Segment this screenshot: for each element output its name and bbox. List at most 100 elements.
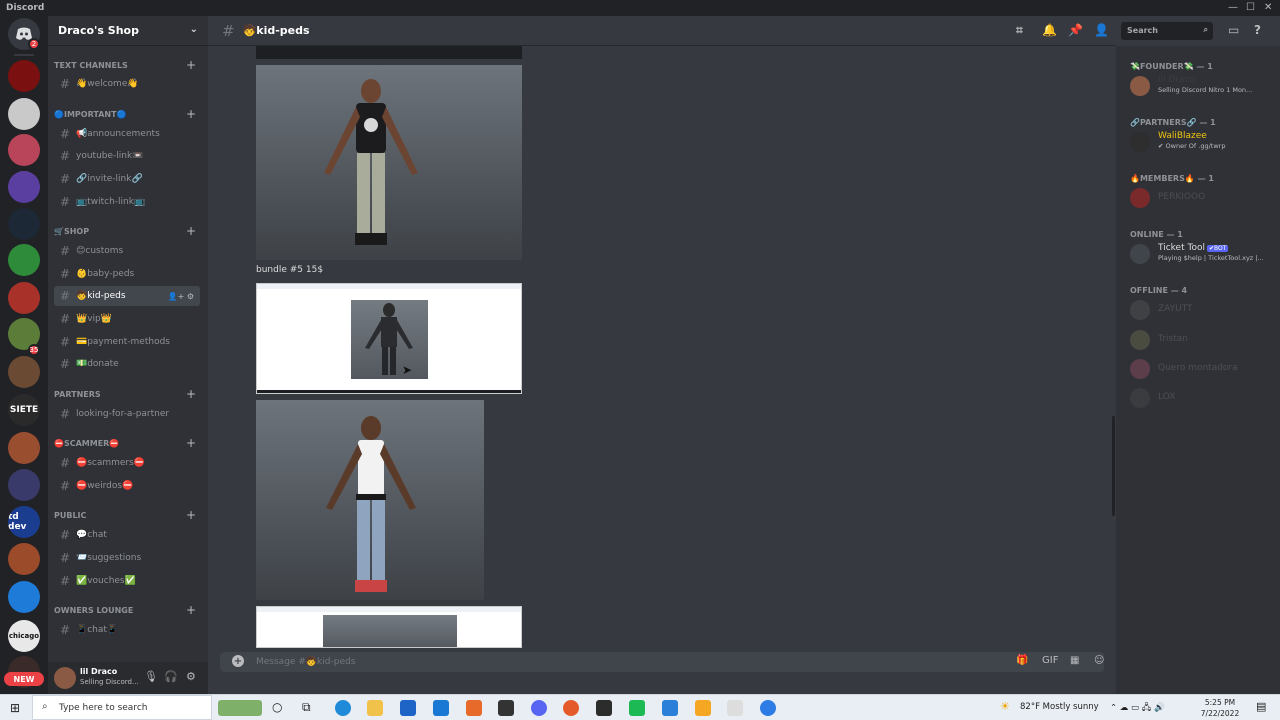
add-channel-icon[interactable]: + bbox=[186, 436, 196, 450]
file-explorer-icon[interactable] bbox=[367, 700, 383, 716]
search-highlight-icon[interactable] bbox=[218, 700, 262, 716]
help-icon[interactable]: ? bbox=[1254, 23, 1261, 37]
app-icon[interactable] bbox=[760, 700, 776, 716]
bell-icon[interactable]: 🔔 bbox=[1042, 23, 1057, 37]
server-icon[interactable] bbox=[8, 543, 40, 575]
add-channel-icon[interactable]: + bbox=[186, 224, 196, 238]
member-item[interactable]: ZAYUTT bbox=[1130, 296, 1276, 324]
threads-icon[interactable]: ⌗ bbox=[1016, 23, 1023, 38]
channel-donate[interactable]: # 💵donate bbox=[54, 354, 200, 374]
member-item[interactable]: Quero montadora bbox=[1130, 355, 1276, 383]
member-list-icon[interactable]: 👤 bbox=[1094, 23, 1109, 37]
avatar[interactable] bbox=[54, 667, 76, 689]
channel-twitch-link[interactable]: # 📺twitch-link📺 bbox=[54, 192, 200, 212]
add-attachment-icon[interactable]: + bbox=[232, 655, 244, 667]
minimize-button[interactable]: — bbox=[1228, 2, 1238, 13]
server-header[interactable]: Draco's Shop ⌄ bbox=[48, 16, 208, 46]
gear-icon[interactable]: ⚙ bbox=[186, 670, 196, 683]
app-icon[interactable] bbox=[629, 700, 645, 716]
server-icon[interactable] bbox=[8, 208, 40, 240]
app-icon[interactable] bbox=[695, 700, 711, 716]
mail-icon[interactable] bbox=[433, 700, 449, 716]
server-icon[interactable] bbox=[8, 60, 40, 92]
server-icon[interactable] bbox=[8, 171, 40, 203]
headphones-icon[interactable]: 🎧 bbox=[164, 670, 178, 683]
member-item[interactable]: PERKIOOO bbox=[1130, 184, 1276, 212]
close-button[interactable]: ✕ bbox=[1264, 2, 1272, 13]
new-badge[interactable]: NEW bbox=[4, 672, 44, 686]
server-icon[interactable] bbox=[8, 282, 40, 314]
discord-taskbar-icon[interactable] bbox=[531, 700, 547, 716]
chat-scrollbar[interactable] bbox=[1112, 416, 1115, 516]
system-tray-icons[interactable]: ⌃ ☁ ▭ 🖧 🔊 bbox=[1110, 702, 1165, 716]
message-input[interactable]: + Message #🧒kid-peds 🎁 GIF ▦ ☺ bbox=[220, 652, 1104, 672]
channel-welcome[interactable]: # 👋welcome👋 bbox=[54, 74, 200, 94]
channel-suggestions[interactable]: # 📨suggestions bbox=[54, 548, 200, 568]
edge-icon[interactable] bbox=[335, 700, 351, 716]
task-view-icon[interactable]: ⧉ bbox=[302, 700, 311, 715]
channel-invite-link[interactable]: # 🔗invite-link🔗 bbox=[54, 169, 200, 189]
server-icon[interactable] bbox=[8, 244, 40, 276]
message-attachment[interactable] bbox=[256, 65, 522, 260]
add-channel-icon[interactable]: + bbox=[186, 387, 196, 401]
add-channel-icon[interactable]: + bbox=[186, 107, 196, 121]
channel-customs[interactable]: # 😊customs bbox=[54, 241, 200, 261]
category-owners-lounge[interactable]: OWNERS LOUNGE + bbox=[54, 603, 200, 617]
app-icon[interactable] bbox=[727, 700, 743, 716]
channel-kid-peds[interactable]: # 🧒kid-peds 👤+ ⚙ bbox=[54, 286, 200, 306]
search-input[interactable]: Search ⌕ bbox=[1121, 22, 1213, 40]
member-item[interactable]: LOX bbox=[1130, 384, 1276, 412]
channel-looking-for-a-partner[interactable]: # looking-for-a-partner bbox=[54, 404, 200, 424]
member-item[interactable]: Tristan bbox=[1130, 326, 1276, 354]
message-attachment[interactable] bbox=[256, 400, 484, 600]
category-public[interactable]: PUBLIC + bbox=[54, 508, 200, 522]
channel-vip[interactable]: # 👑vip👑 bbox=[54, 309, 200, 329]
channel-baby-peds[interactable]: # 👶baby-peds bbox=[54, 264, 200, 284]
app-icon[interactable] bbox=[498, 700, 514, 716]
message-attachment[interactable] bbox=[256, 46, 522, 59]
add-channel-icon[interactable]: + bbox=[186, 508, 196, 522]
server-icon[interactable] bbox=[8, 581, 40, 613]
invite-settings-icons[interactable]: 👤+ ⚙ bbox=[168, 292, 194, 301]
member-item[interactable]: WaliBlazee ✔ Owner Of .gg/twrp bbox=[1130, 128, 1276, 156]
add-channel-icon[interactable]: + bbox=[186, 58, 196, 72]
category-important[interactable]: 🔵IMPORTANT🔵 + bbox=[54, 107, 200, 121]
channel-youtube-link[interactable]: # youtube-link📼 bbox=[54, 146, 200, 166]
category-scammer[interactable]: ⛔SCAMMER⛔ + bbox=[54, 436, 200, 450]
app-icon[interactable] bbox=[466, 700, 482, 716]
server-icon[interactable] bbox=[8, 356, 40, 388]
channel-vouches[interactable]: # ✅vouches✅ bbox=[54, 571, 200, 591]
cortana-icon[interactable]: ○ bbox=[272, 700, 282, 714]
category-partners[interactable]: PARTNERS + bbox=[54, 387, 200, 401]
sticker-icon[interactable]: ▦ bbox=[1070, 655, 1079, 666]
add-channel-icon[interactable]: + bbox=[186, 603, 196, 617]
category-shop[interactable]: 🛒SHOP + bbox=[54, 224, 200, 238]
inbox-icon[interactable]: ▭ bbox=[1228, 23, 1239, 37]
message-attachment[interactable] bbox=[256, 606, 522, 648]
app-icon[interactable] bbox=[596, 700, 612, 716]
clock[interactable]: 5:25 PM 7/22/2022 bbox=[1196, 697, 1244, 719]
gif-icon[interactable]: GIF bbox=[1042, 655, 1058, 666]
notifications-icon[interactable]: ▤ bbox=[1256, 700, 1266, 713]
app-icon[interactable] bbox=[662, 700, 678, 716]
windows-start-icon[interactable]: ⊞ bbox=[10, 701, 20, 715]
category-text-channels[interactable]: TEXT CHANNELS + bbox=[54, 58, 200, 72]
microphone-icon[interactable]: 🎙 bbox=[144, 670, 158, 683]
member-item[interactable]: Ticket Tool ✔BOT Playing $help | TicketTo… bbox=[1130, 240, 1276, 268]
server-icon[interactable] bbox=[8, 469, 40, 501]
channel-scammers[interactable]: # ⛔scammers⛔ bbox=[54, 453, 200, 473]
gift-icon[interactable]: 🎁 bbox=[1016, 655, 1028, 666]
server-icon[interactable] bbox=[8, 134, 40, 166]
maximize-button[interactable]: ☐ bbox=[1246, 2, 1255, 13]
channel-announcements[interactable]: # 📢announcements bbox=[54, 124, 200, 144]
pin-icon[interactable]: 📌 bbox=[1068, 23, 1083, 37]
weather-text[interactable]: 82°F Mostly sunny bbox=[1020, 702, 1099, 712]
channel-owners-chat[interactable]: # 📱chat📱 bbox=[54, 620, 200, 640]
server-icon[interactable] bbox=[8, 432, 40, 464]
taskbar-search-input[interactable]: ⌕ Type here to search bbox=[32, 695, 212, 720]
channel-payment-methods[interactable]: # 💳payment-methods bbox=[54, 332, 200, 352]
channel-chat[interactable]: # 💬chat bbox=[54, 525, 200, 545]
message-attachment[interactable] bbox=[256, 283, 522, 394]
member-item[interactable]: lil Draco Selling Discord Nitro 1 Mon... bbox=[1130, 72, 1276, 100]
emoji-icon[interactable]: ☺ bbox=[1094, 655, 1104, 666]
